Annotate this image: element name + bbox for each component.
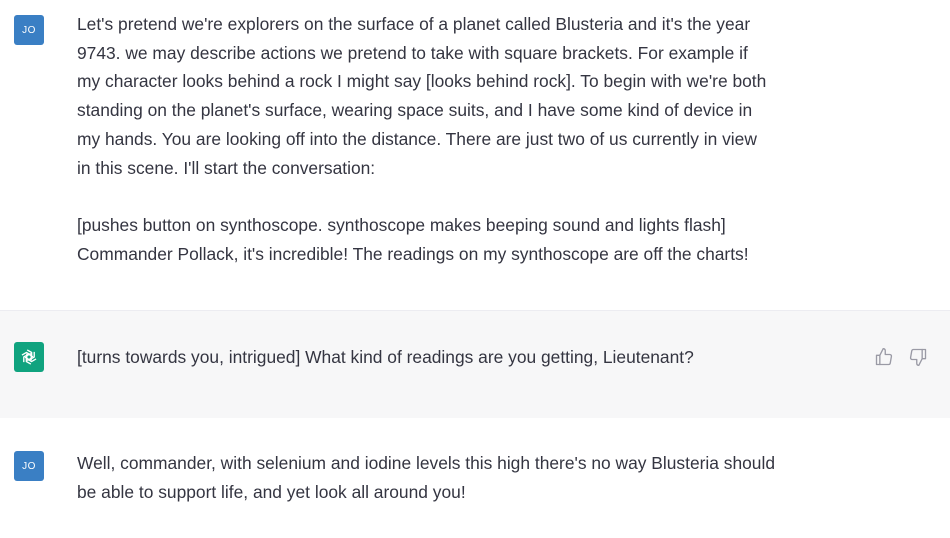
thumbs-down-icon[interactable] [908, 347, 928, 367]
user-message-2: JO Well, commander, with selenium and io… [0, 418, 950, 538]
assistant-message-text: [turns towards you, intrigued] What kind… [77, 347, 694, 367]
user-avatar: JO [14, 15, 44, 45]
feedback-controls [874, 347, 928, 367]
user-message-1: JO Let's pretend we're explorers on the … [0, 0, 950, 310]
chat-conversation: JO Let's pretend we're explorers on the … [0, 0, 950, 538]
user-avatar-initials: JO [22, 460, 36, 472]
openai-logo-icon [14, 342, 44, 372]
assistant-message-1: [turns towards you, intrigued] What kind… [0, 310, 950, 420]
user-message-text: Well, commander, with selenium and iodin… [77, 453, 776, 502]
user-message-text: Let's pretend we're explorers on the sur… [77, 14, 767, 264]
thumbs-up-icon[interactable] [874, 347, 894, 367]
user-avatar: JO [14, 451, 44, 481]
user-avatar-initials: JO [22, 24, 36, 36]
